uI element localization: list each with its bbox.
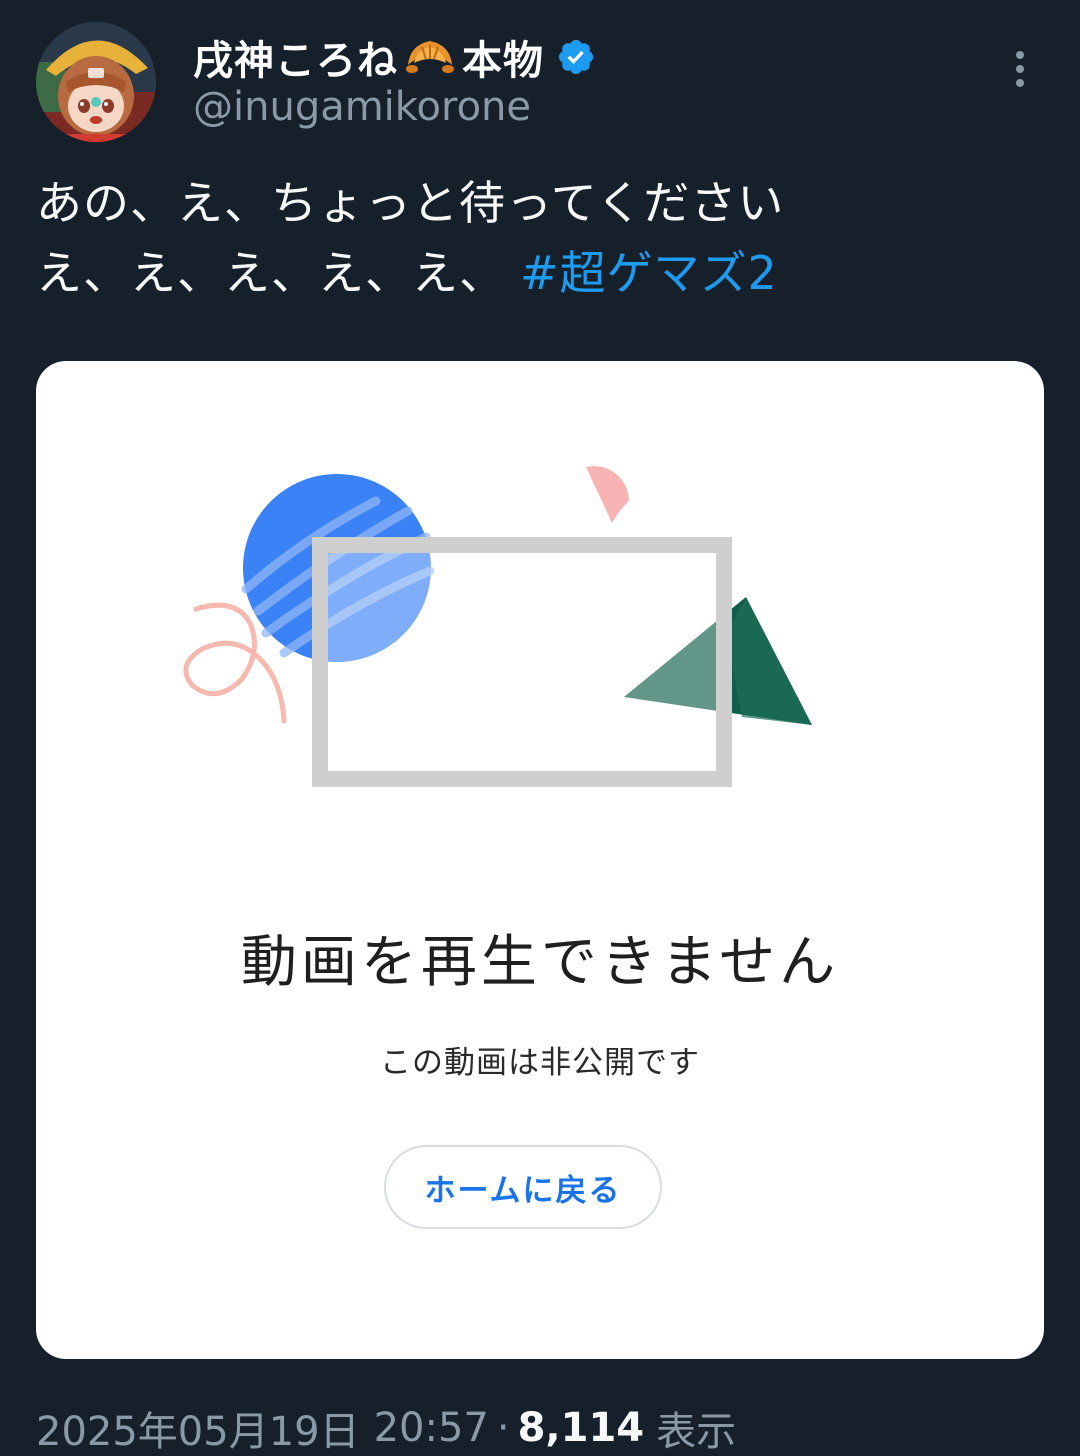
avatar[interactable] bbox=[36, 22, 156, 142]
view-count[interactable]: 8,114 bbox=[518, 1405, 645, 1451]
screen-glass bbox=[328, 553, 716, 771]
tweet-text-line-1: あの、え、ちょっと待ってください bbox=[36, 176, 785, 230]
more-options-icon-dot bbox=[1016, 79, 1024, 87]
view-count-label: 表示 bbox=[656, 1409, 737, 1455]
video-unavailable-illustration bbox=[183, 466, 812, 787]
tweet-text-line-2-body: え、え、え、え、え、 bbox=[36, 246, 506, 300]
user-handle[interactable]: @inugamikorone bbox=[193, 84, 531, 130]
verified-badge-icon bbox=[558, 39, 594, 75]
post-date[interactable]: 2025年05月19日 bbox=[36, 1399, 360, 1456]
croissant-icon bbox=[404, 35, 456, 79]
pink-semicircle-shape bbox=[586, 466, 629, 523]
post-time[interactable]: 20:57 bbox=[374, 1405, 489, 1451]
display-name-suffix[interactable]: 本物 bbox=[462, 28, 544, 86]
video-error-subtitle: この動画は非公開です bbox=[380, 1045, 700, 1081]
hashtag-link[interactable]: #超ゲマズ2 bbox=[520, 246, 778, 300]
tweet-text-line-2: え、え、え、え、え、 #超ゲマズ2 bbox=[36, 238, 1046, 308]
video-error-title: 動画を再生できません bbox=[240, 930, 840, 995]
tweet-meta: 2025年05月19日 20:57 · 8,114 表示 bbox=[36, 1400, 736, 1456]
video-player-error-card[interactable]: 動画を再生できません この動画は非公開です ホームに戻る bbox=[36, 361, 1044, 1359]
tweet-detail: 戌神ころね 本物 @inugamikorone あの、え、ちょっと待ってください… bbox=[0, 0, 1080, 1456]
more-options-icon bbox=[1016, 51, 1024, 59]
avatar-image bbox=[36, 22, 156, 142]
display-name-row[interactable]: 戌神ころね 本物 bbox=[193, 30, 596, 84]
return-home-button-label: ホームに戻る bbox=[424, 1172, 622, 1209]
more-options-button[interactable] bbox=[1000, 44, 1040, 94]
more-options-icon-dot bbox=[1016, 65, 1024, 73]
meta-separator: · bbox=[496, 1405, 510, 1451]
tweet-text: あの、え、ちょっと待ってください え、え、え、え、え、 #超ゲマズ2 bbox=[36, 168, 1046, 308]
return-home-button[interactable]: ホームに戻る bbox=[384, 1145, 662, 1229]
display-name[interactable]: 戌神ころね bbox=[193, 28, 398, 86]
